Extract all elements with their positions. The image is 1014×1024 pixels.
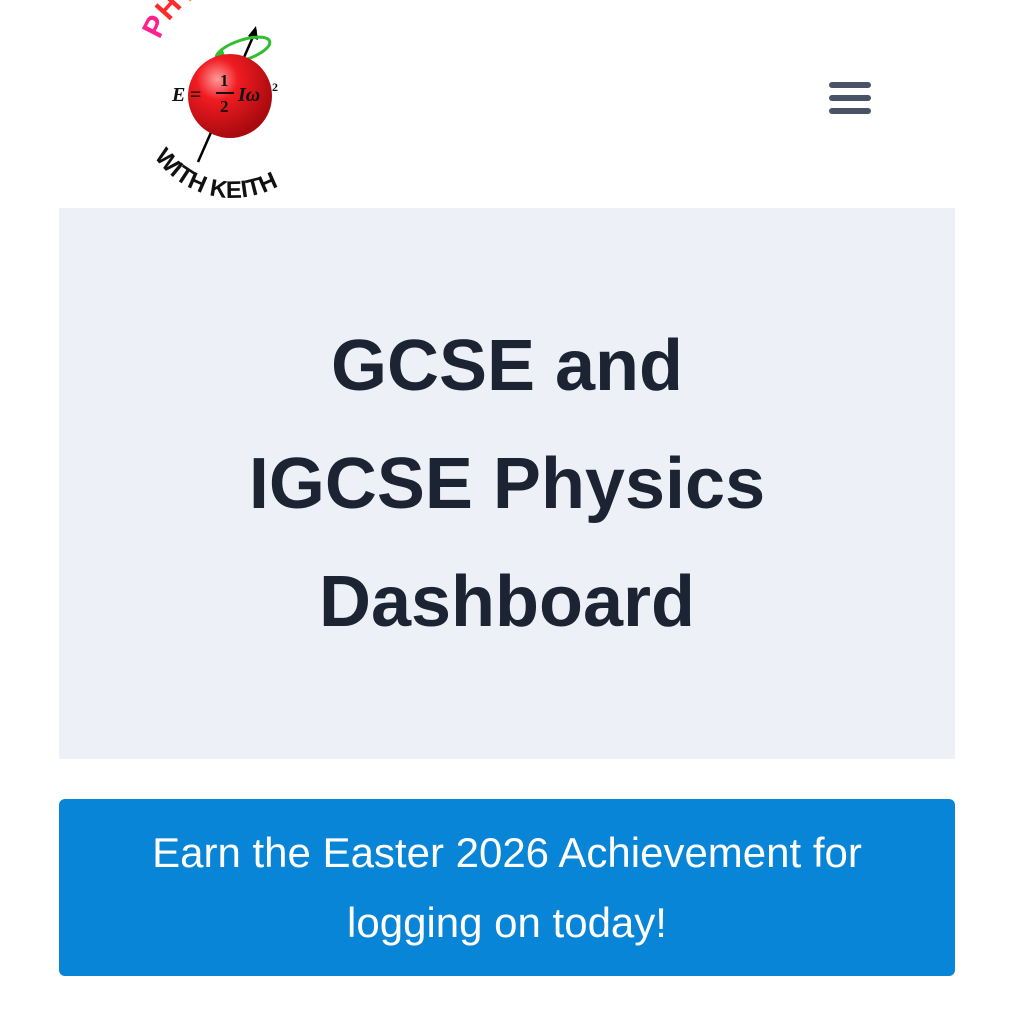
svg-text:2: 2 xyxy=(272,80,278,94)
banner-text: Earn the Easter 2026 Achievement for log… xyxy=(152,828,862,946)
svg-text:Iω: Iω xyxy=(237,84,260,106)
svg-text:=: = xyxy=(190,84,201,106)
svg-text:E: E xyxy=(171,84,185,106)
page-title-line-3: Dashboard xyxy=(318,561,696,642)
svg-text:1: 1 xyxy=(220,71,229,90)
svg-text:WITH KEITH: WITH KEITH xyxy=(149,143,281,204)
hamburger-menu-icon xyxy=(829,82,871,114)
page-title-line-2: IGCSE Physics xyxy=(248,443,766,524)
physics-with-keith-logo: PHYSICS E = 1 2 Iω 2 WITH KEITH xyxy=(140,0,281,204)
easter-achievement-banner[interactable]: Earn the Easter 2026 Achievement for log… xyxy=(59,799,955,976)
site-logo[interactable]: PHYSICS E = 1 2 Iω 2 WITH KEITH xyxy=(140,0,325,205)
svg-text:2: 2 xyxy=(220,97,229,116)
page-title-line-1: GCSE and xyxy=(330,325,684,406)
page-title: GCSE and IGCSE Physics Dashboard xyxy=(249,307,765,661)
hamburger-menu-button[interactable] xyxy=(820,72,880,124)
hero-section: GCSE and IGCSE Physics Dashboard xyxy=(59,208,955,759)
page: PHYSICS E = 1 2 Iω 2 WITH KEITH xyxy=(0,0,1014,1024)
